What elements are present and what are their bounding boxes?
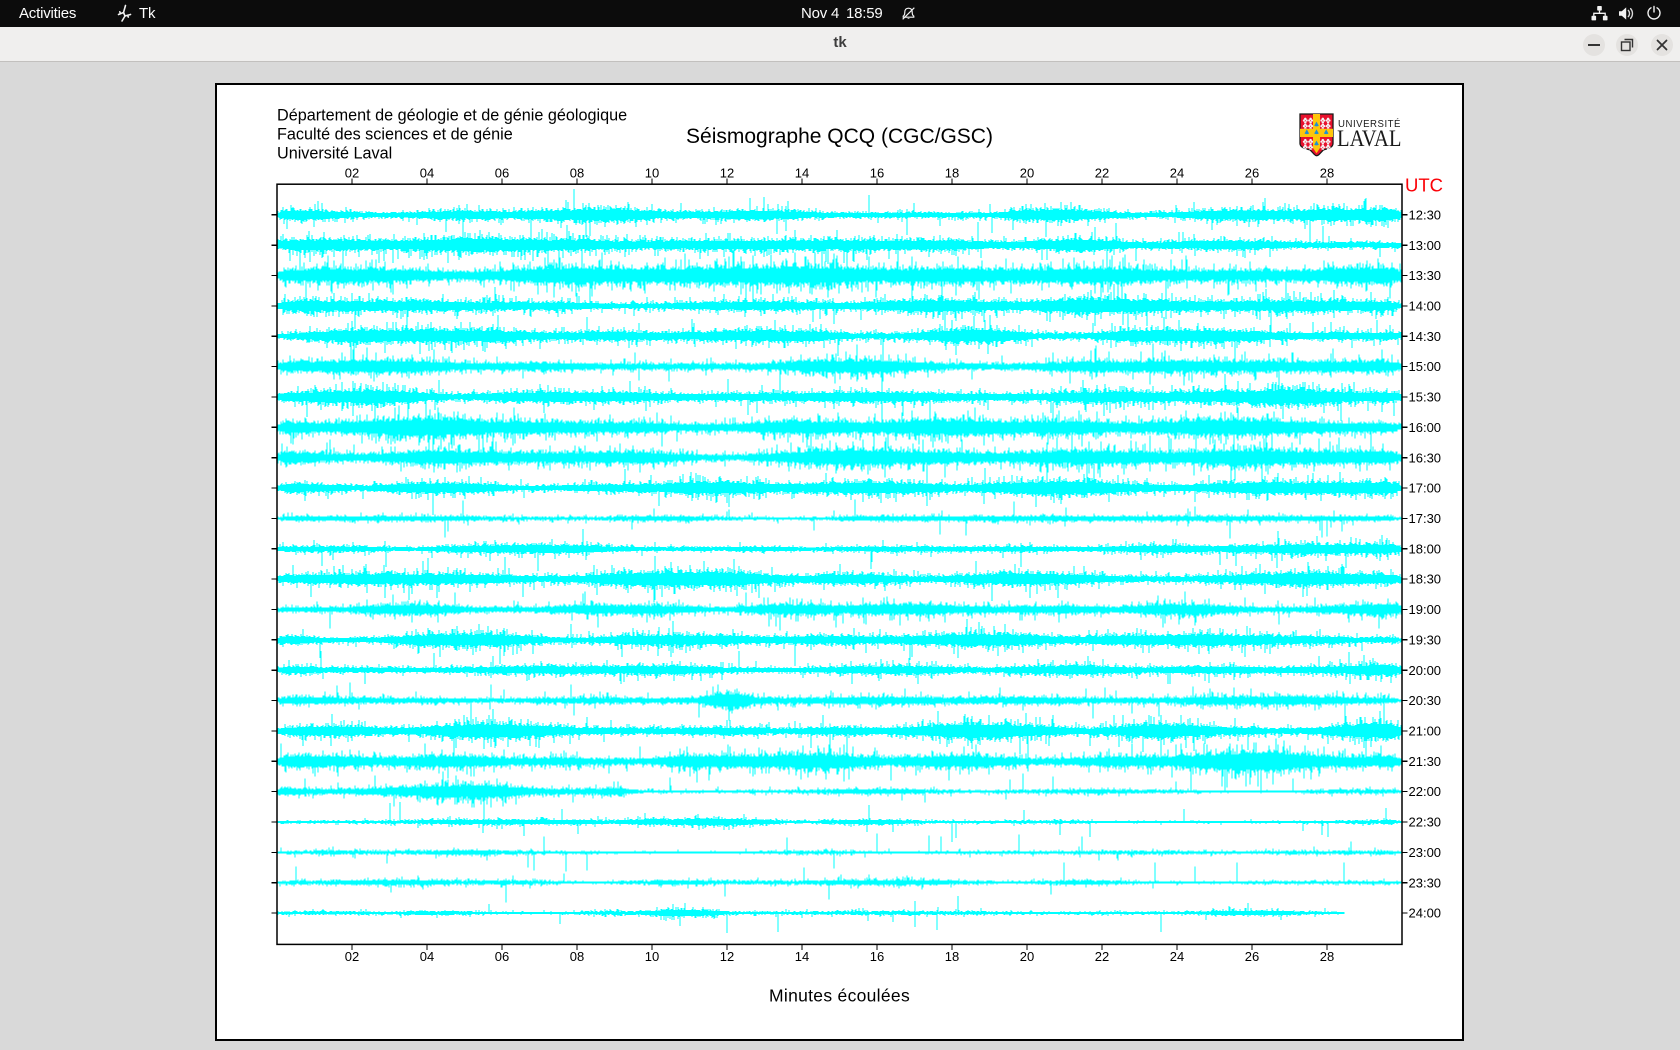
svg-text:13:30: 13:30 (1409, 268, 1442, 283)
svg-text:21:00: 21:00 (1409, 724, 1442, 739)
svg-text:Séismographe QCQ (CGC/GSC): Séismographe QCQ (CGC/GSC) (686, 125, 993, 148)
svg-text:10: 10 (645, 165, 659, 180)
svg-text:Minutes écoulées: Minutes écoulées (769, 985, 910, 1005)
svg-text:15:00: 15:00 (1409, 359, 1442, 374)
svg-text:12: 12 (720, 165, 734, 180)
svg-text:16:00: 16:00 (1409, 420, 1442, 435)
svg-text:08: 08 (570, 949, 584, 964)
svg-text:02: 02 (345, 165, 359, 180)
svg-text:22: 22 (1095, 949, 1109, 964)
svg-text:17:30: 17:30 (1409, 511, 1442, 526)
svg-text:28: 28 (1320, 949, 1334, 964)
svg-text:14:30: 14:30 (1409, 329, 1442, 344)
svg-text:Département de géologie et de: Département de géologie et de génie géol… (277, 106, 627, 124)
svg-text:24: 24 (1170, 165, 1184, 180)
svg-text:14:00: 14:00 (1409, 299, 1442, 314)
svg-text:20:30: 20:30 (1409, 693, 1442, 708)
svg-text:10: 10 (645, 949, 659, 964)
svg-text:14: 14 (795, 165, 809, 180)
svg-text:18: 18 (945, 165, 959, 180)
svg-text:06: 06 (495, 165, 509, 180)
svg-text:13:00: 13:00 (1409, 238, 1442, 253)
svg-text:02: 02 (345, 949, 359, 964)
svg-text:16:30: 16:30 (1409, 450, 1442, 465)
svg-text:20: 20 (1020, 949, 1034, 964)
svg-text:Faculté des sciences et de gén: Faculté des sciences et de génie (277, 126, 513, 144)
svg-text:23:00: 23:00 (1409, 845, 1442, 860)
svg-text:23:30: 23:30 (1409, 875, 1442, 890)
svg-text:14: 14 (795, 949, 809, 964)
svg-text:16: 16 (870, 165, 884, 180)
svg-text:18:30: 18:30 (1409, 572, 1442, 587)
svg-text:24: 24 (1170, 949, 1184, 964)
svg-text:15:30: 15:30 (1409, 390, 1442, 405)
svg-text:12: 12 (720, 949, 734, 964)
svg-text:18:00: 18:00 (1409, 541, 1442, 556)
svg-text:20: 20 (1020, 165, 1034, 180)
svg-text:08: 08 (570, 165, 584, 180)
svg-text:04: 04 (420, 949, 434, 964)
svg-text:26: 26 (1245, 165, 1259, 180)
svg-text:Université Laval: Université Laval (277, 145, 392, 163)
svg-text:19:30: 19:30 (1409, 632, 1442, 647)
svg-text:26: 26 (1245, 949, 1259, 964)
svg-text:04: 04 (420, 165, 434, 180)
svg-text:18: 18 (945, 949, 959, 964)
svg-text:19:00: 19:00 (1409, 602, 1442, 617)
svg-text:06: 06 (495, 949, 509, 964)
svg-text:22: 22 (1095, 165, 1109, 180)
svg-text:21:30: 21:30 (1409, 754, 1442, 769)
svg-text:UTC: UTC (1405, 175, 1443, 196)
svg-text:LAVAL: LAVAL (1337, 126, 1402, 152)
svg-text:22:00: 22:00 (1409, 784, 1442, 799)
svg-text:16: 16 (870, 949, 884, 964)
svg-text:22:30: 22:30 (1409, 815, 1442, 830)
svg-text:12:30: 12:30 (1409, 207, 1442, 222)
svg-text:20:00: 20:00 (1409, 663, 1442, 678)
svg-text:24:00: 24:00 (1409, 906, 1442, 921)
svg-text:17:00: 17:00 (1409, 481, 1442, 496)
